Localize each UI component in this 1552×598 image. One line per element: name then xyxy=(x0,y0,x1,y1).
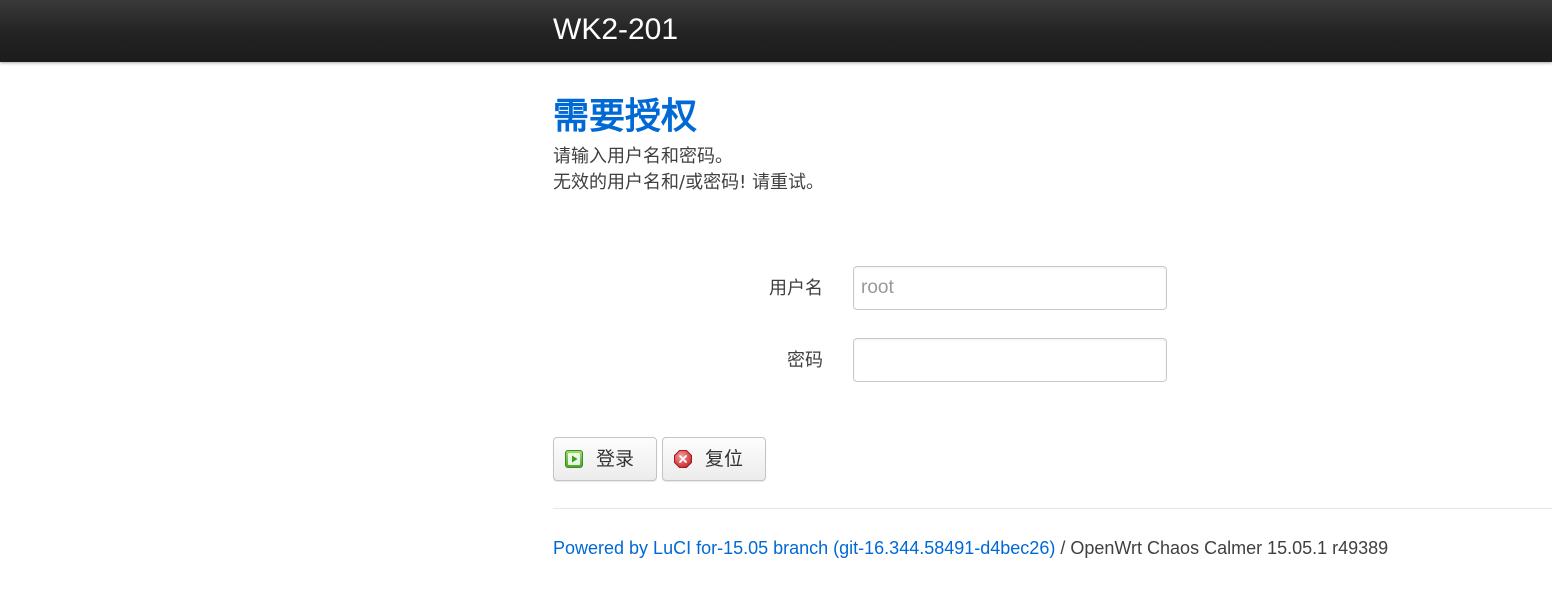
login-button[interactable]: 登录 xyxy=(553,437,657,481)
password-row: 密码 xyxy=(553,338,1173,384)
reset-icon xyxy=(673,449,693,469)
top-navbar: WK2-201 xyxy=(0,0,1552,62)
page-title: 需要授权 xyxy=(553,96,698,137)
reset-button[interactable]: 复位 xyxy=(662,437,766,481)
apply-icon xyxy=(564,449,584,469)
footer-divider xyxy=(553,508,1552,509)
footer: Powered by LuCI for-15.05 branch (git-16… xyxy=(553,536,1388,560)
firmware-version: OpenWrt Chaos Calmer 15.05.1 r49389 xyxy=(1070,538,1389,558)
password-label: 密码 xyxy=(787,350,823,371)
username-label: 用户名 xyxy=(769,278,823,299)
username-input[interactable] xyxy=(853,266,1167,310)
brand-title[interactable]: WK2-201 xyxy=(553,12,678,48)
login-prompt-text: 请输入用户名和密码。 xyxy=(553,146,733,167)
login-button-label: 登录 xyxy=(596,448,635,470)
footer-separator: / xyxy=(1055,538,1071,558)
username-row: 用户名 xyxy=(553,266,1173,312)
luci-link[interactable]: Powered by LuCI for-15.05 branch (git-16… xyxy=(553,538,1055,558)
login-error-text: 无效的用户名和/或密码! 请重试。 xyxy=(553,172,825,193)
reset-button-label: 复位 xyxy=(705,448,744,470)
password-input[interactable] xyxy=(853,338,1167,382)
